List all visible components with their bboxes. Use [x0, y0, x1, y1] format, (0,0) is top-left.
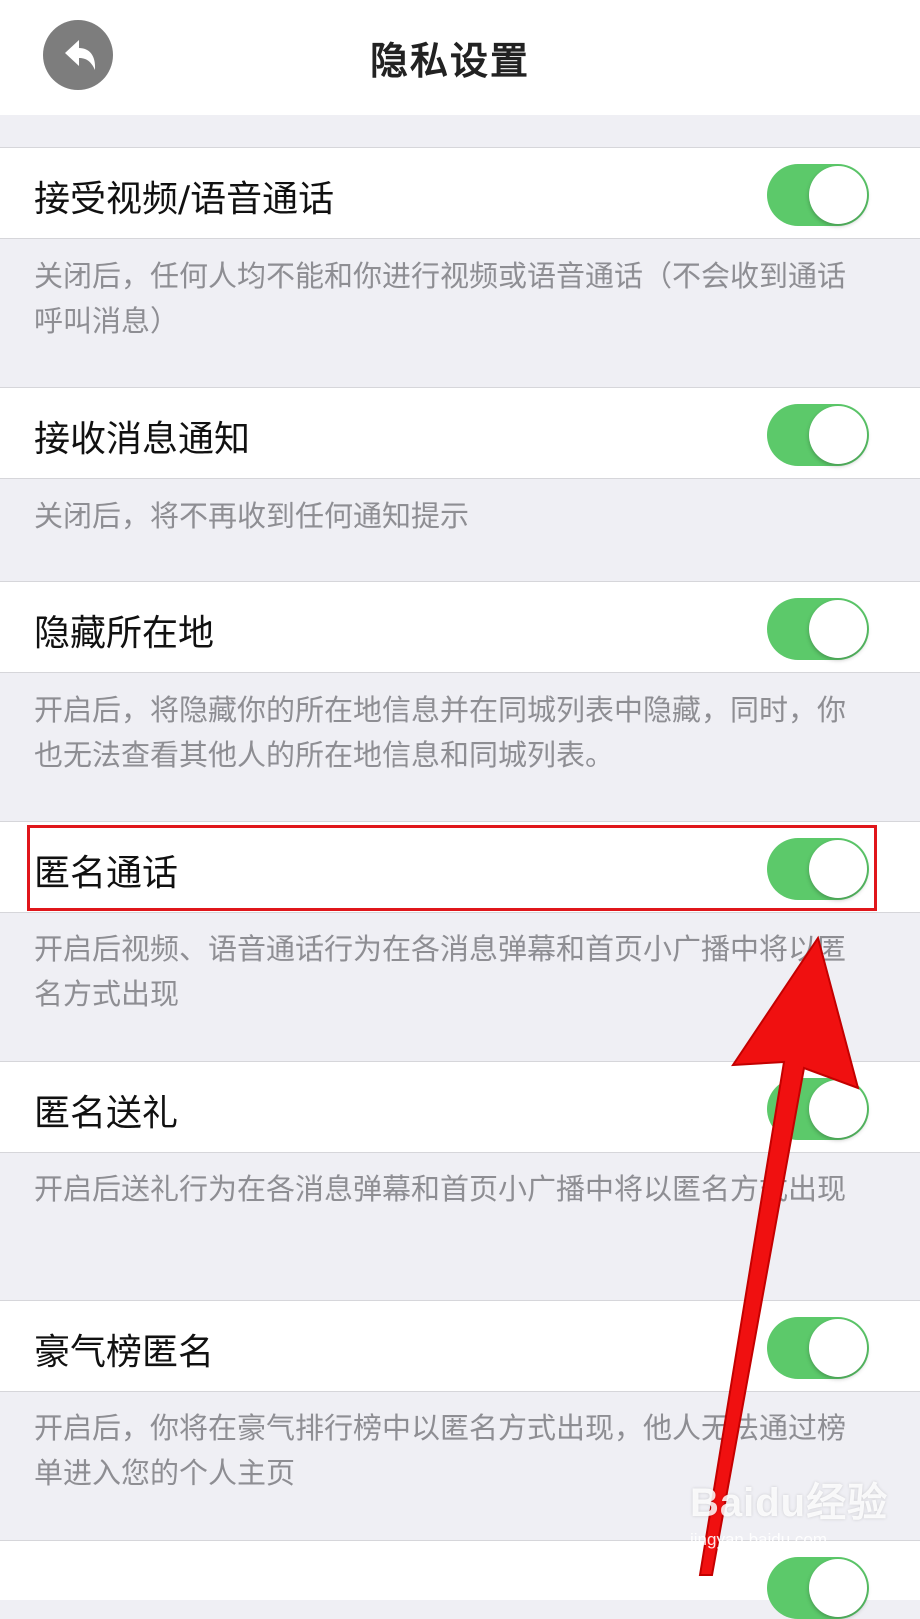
toggle-knob: [809, 1559, 867, 1617]
watermark-logo: Baidu经验: [690, 1481, 889, 1525]
toggle-knob: [809, 600, 867, 658]
setting-label: 隐藏所在地: [34, 613, 215, 654]
annotation-highlight-box: [27, 825, 877, 911]
header-bar: 隐私设置: [0, 0, 920, 115]
setting-description: 开启后视频、语音通话行为在各消息弹幕和首页小广播中将以匿名方式出现: [34, 932, 847, 1011]
setting-description: 开启后送礼行为在各消息弹幕和首页小广播中将以匿名方式出现: [34, 1172, 847, 1206]
setting-label: 匿名送礼: [34, 1093, 179, 1134]
anonymous-gift-toggle[interactable]: [767, 1078, 869, 1140]
baidu-watermark: Baidu经验 jingyan.baidu.com: [690, 1470, 910, 1560]
toggle-knob: [809, 1080, 867, 1138]
setting-label: 接受视频/语音通话: [34, 179, 335, 220]
toggle-knob: [809, 1319, 867, 1377]
setting-row-hide-location: 隐藏所在地: [0, 581, 920, 673]
watermark-url: jingyan.baidu.com: [690, 1530, 828, 1549]
toggle-knob: [809, 166, 867, 224]
setting-description: 关闭后，任何人均不能和你进行视频或语音通话（不会收到通话呼叫消息）: [34, 259, 847, 338]
toggle-knob: [809, 406, 867, 464]
page-title: 隐私设置: [369, 39, 530, 83]
partial-toggle[interactable]: [767, 1557, 869, 1619]
setting-row-anonymous-gift: 匿名送礼: [0, 1061, 920, 1153]
setting-description: 开启后，将隐藏你的所在地信息并在同城列表中隐藏，同时，你也无法查看其他人的所在地…: [34, 693, 847, 772]
hide-location-toggle[interactable]: [767, 598, 869, 660]
setting-label: 豪气榜匿名: [34, 1332, 215, 1373]
setting-row-video-voice-call: 接受视频/语音通话: [0, 147, 920, 239]
leaderboard-anonymous-toggle[interactable]: [767, 1317, 869, 1379]
setting-row-message-notification: 接收消息通知: [0, 387, 920, 479]
setting-description: 关闭后，将不再收到任何通知提示: [34, 499, 470, 533]
setting-label: 接收消息通知: [34, 419, 251, 460]
setting-row-leaderboard-anonymous: 豪气榜匿名: [0, 1300, 920, 1392]
message-notification-toggle[interactable]: [767, 404, 869, 466]
video-call-toggle[interactable]: [767, 164, 869, 226]
